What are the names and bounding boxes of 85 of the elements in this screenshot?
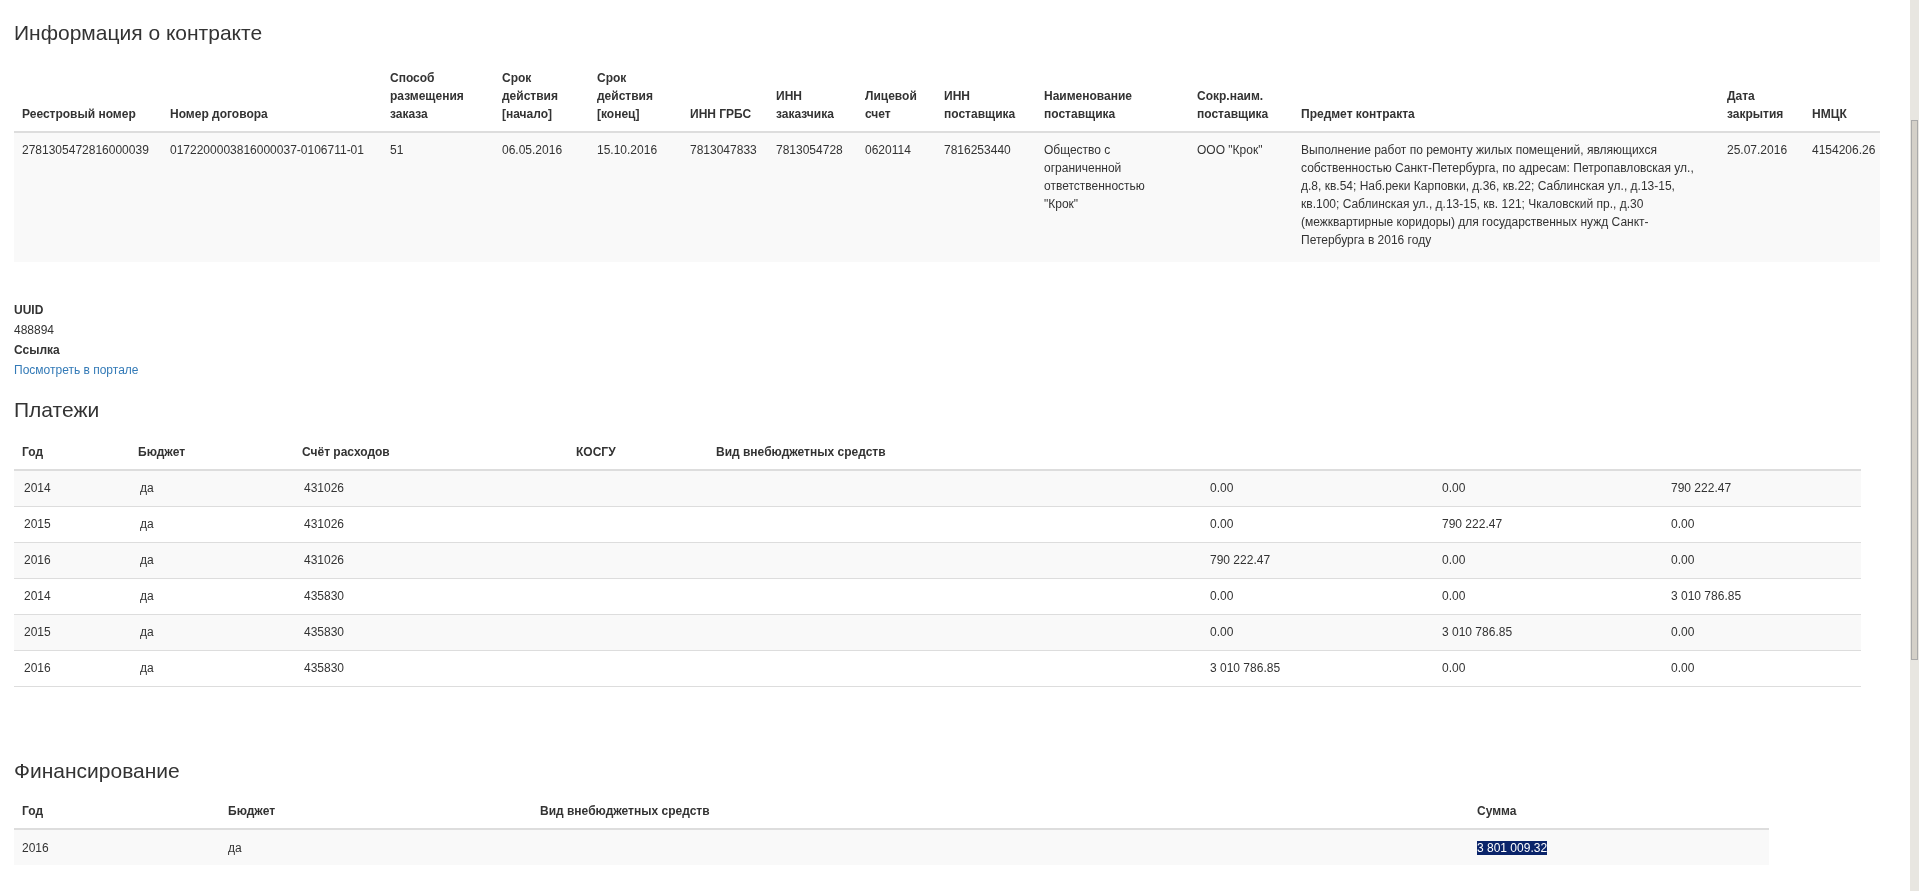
table-cell: 431026 [304,553,345,567]
column-header: Номер договора [170,106,268,121]
table-cell: 0.00 [1442,661,1466,675]
table-cell: 51 [390,142,404,157]
table-cell: 0.00 [1210,481,1234,496]
table-cell: 7816253440 [944,142,1011,157]
table-cell: 0.00 [1442,589,1466,603]
table-cell: Общество с ограниченной ответственностью "Крок" [1044,142,1145,211]
column-header: Лицевой счет [865,88,917,121]
column-header: Счёт расходов [302,445,390,459]
table-cell: 25.07.2016 [1727,142,1788,157]
table-cell: 435830 [304,589,345,603]
table-cell: да [140,481,154,496]
table-cell: 3 010 786.85 [1671,589,1742,603]
table-cell: 2015 [24,625,51,639]
table-cell: да [140,517,154,531]
table-cell: 06.05.2016 [502,142,563,157]
table-cell: 435830 [304,661,345,675]
column-header: Бюджет [138,445,186,459]
table-cell: 3 010 786.85 [1442,625,1513,639]
table-cell: 0.00 [1671,661,1695,675]
table-cell: 790 222.47 [1210,553,1271,567]
table-cell: Выполнение работ по ремонту жилых помещений, являющихся собственностью Санкт-Петербурга, по адресам: Петропавловская ул., д.8, кв.54; Наб.реки Карповки, д.36, кв.22; Саблинская ул., д.13-15, кв.100; Саблинская ул., д.13-15, кв. 121; Чкаловский пр., д.30 (межквартирные коридоры) для государственных нужд Санкт-Петербурга в 2016 году [1301,142,1694,247]
table-cell: 2015 [24,517,51,531]
table-cell: да [140,553,154,567]
table-cell: 790 222.47 [1442,517,1503,531]
column-header: Способ размещения заказа [390,70,464,121]
table-cell: 2016 [24,553,51,567]
table-cell: 3 010 786.85 [1210,661,1281,675]
table-cell: ООО "Крок" [1197,142,1263,157]
table-cell: 0172200003816000037-0106711-01 [170,142,364,157]
field-label: UUID [14,301,44,319]
table-cell: 0.00 [1671,625,1695,639]
table-cell: 435830 [304,625,345,639]
column-header: Реестровый номер [22,106,136,121]
field-label: Ссылка [14,341,60,359]
table-cell: 0.00 [1210,625,1234,639]
column-header: КОСГУ [576,445,616,459]
table-cell: 4154206.26 [1812,142,1876,157]
column-header: Год [22,804,43,818]
table-cell: 0.00 [1442,553,1466,567]
column-header: Срок действия [конец] [597,70,653,121]
column-header: Сумма [1477,804,1517,818]
column-header: Вид внебюджетных средств [716,445,886,459]
column-header: Сокр.наим. поставщика [1197,88,1269,121]
column-header: Бюджет [228,804,276,818]
column-header: ИНН ГРБС [690,106,752,121]
table-cell: 2014 [24,589,51,603]
section-title: Платежи [14,396,101,423]
table-cell: 2014 [24,481,51,496]
table-cell: да [140,589,154,603]
table-cell: 3 801 009.32 [1477,840,1548,855]
table-cell: 7813054728 [776,142,843,157]
column-header: ИНН поставщика [944,88,1016,121]
table-cell: 2016 [24,661,51,675]
table-cell: 7813047833 [690,142,757,157]
table-cell: 2781305472816000039 [22,142,149,157]
table-cell: 790 222.47 [1671,481,1732,496]
portal-link[interactable]: Посмотреть в портале [14,359,139,380]
section-title: Информация о контракте [14,20,264,46]
column-header: Срок действия [начало] [502,70,558,121]
scrollbar[interactable] [1910,0,1919,891]
table-cell: да [140,661,154,675]
column-header: Дата закрытия [1727,88,1784,121]
table-cell: 2016 [22,840,49,855]
table-cell: 0.00 [1671,517,1695,531]
scrollbar-thumb[interactable] [1911,120,1918,660]
column-header: Наименование поставщика [1044,88,1133,121]
field-value: 488894 [14,321,55,339]
table-cell: да [228,840,242,855]
column-header: Год [22,445,43,459]
table-cell: 0620114 [865,142,911,157]
column-header: НМЦК [1812,106,1847,121]
column-header: ИНН заказчика [776,88,834,121]
table-cell: 431026 [304,517,345,531]
table-cell: 0.00 [1671,553,1695,567]
table-cell: 0.00 [1210,589,1234,603]
column-header: Вид внебюджетных средств [540,804,710,818]
table-cell: 0.00 [1210,517,1234,531]
table-cell: 431026 [304,481,345,496]
table-cell: 15.10.2016 [597,142,658,157]
section-title: Финансирование [14,757,181,784]
table-cell: 0.00 [1442,481,1466,496]
column-header: Предмет контракта [1301,106,1415,121]
table-cell: да [140,625,154,639]
